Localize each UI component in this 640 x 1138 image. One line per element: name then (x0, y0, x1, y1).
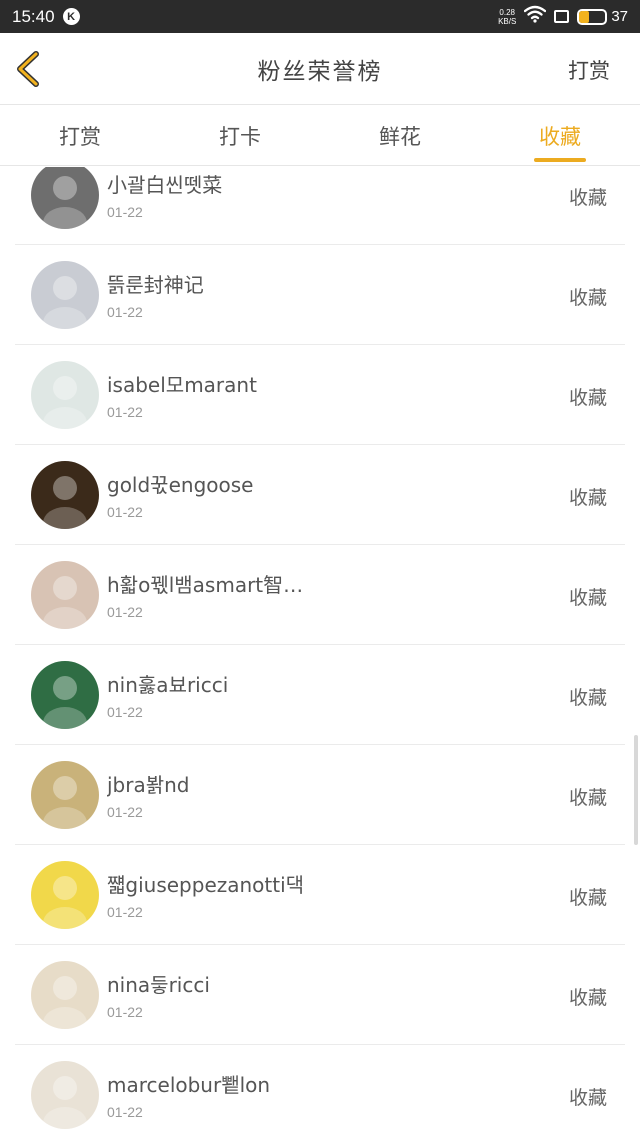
fan-date: 01-22 (107, 1104, 143, 1120)
screen-icon (554, 10, 570, 23)
fan-name: 뜱룬封神记 (107, 273, 204, 297)
network-speed-value: 0.28 (499, 7, 515, 17)
fan-date: 01-22 (107, 1004, 143, 1020)
avatar[interactable] (31, 461, 99, 529)
fan-action-label: 收藏 (568, 187, 607, 209)
list-item[interactable]: 小괄白씬뗏菜 01-22 收藏 (15, 167, 625, 245)
tab-reward[interactable]: 打赏 (0, 106, 160, 165)
avatar[interactable] (31, 261, 99, 329)
active-tab-indicator (534, 158, 586, 162)
fan-action-label: 收藏 (568, 587, 607, 609)
back-button[interactable] (12, 49, 48, 89)
fan-date: 01-22 (107, 804, 143, 820)
chevron-left-icon (17, 51, 39, 87)
fan-name: jbra봙nd (107, 773, 190, 797)
avatar[interactable] (31, 561, 99, 629)
tab-label: 打赏 (59, 124, 101, 149)
tab-bar: 打赏 打卡 鲜花 收藏 (0, 106, 640, 166)
fan-name: 小괄白씬뗏菜 (107, 173, 223, 197)
page-title: 粉丝荣誉榜 (257, 58, 383, 85)
tab-favorites[interactable]: 收藏 (480, 106, 640, 165)
avatar[interactable] (31, 361, 99, 429)
status-right-group: 0.28 KB/S 37 (498, 5, 628, 28)
fan-action-label: 收藏 (568, 1087, 607, 1109)
fan-date: 01-22 (107, 304, 143, 320)
fan-action-label: 收藏 (568, 687, 607, 709)
list-item[interactable]: nina듷ricci 01-22 收藏 (15, 945, 625, 1045)
fan-action-label: 收藏 (568, 987, 607, 1009)
fan-date: 01-22 (107, 704, 143, 720)
tab-flowers[interactable]: 鲜花 (320, 106, 480, 165)
avatar[interactable] (31, 961, 99, 1029)
fan-name: isabel모marant (107, 373, 257, 397)
tab-label: 收藏 (539, 124, 581, 149)
network-speed-unit: KB/S (498, 16, 517, 26)
fan-name: h홟o꿳l뱀asmart智… (107, 573, 304, 597)
list-item[interactable]: marcelobur뾑lon 01-22 收藏 (15, 1045, 625, 1138)
wifi-icon (524, 5, 547, 28)
scrollbar[interactable] (634, 735, 638, 845)
avatar[interactable] (31, 861, 99, 929)
list-item[interactable]: isabel모marant 01-22 收藏 (15, 345, 625, 445)
battery-icon: 37 (577, 8, 628, 25)
fan-name: gold꾻engoose (107, 473, 254, 497)
k-app-icon: K (62, 8, 80, 25)
fan-name: 쨻giuseppezanotti댁 (107, 873, 305, 897)
avatar[interactable] (31, 1061, 99, 1129)
fan-action-label: 收藏 (568, 787, 607, 809)
avatar[interactable] (31, 661, 99, 729)
fan-date: 01-22 (107, 204, 143, 220)
status-bar: 15:40 K 0.28 KB/S 37 (0, 0, 640, 33)
tab-label: 打卡 (219, 124, 261, 149)
avatar[interactable] (31, 761, 99, 829)
list-item[interactable]: nin훓a뵤ricci 01-22 收藏 (15, 645, 625, 745)
fan-action-label: 收藏 (568, 287, 607, 309)
list-item[interactable]: jbra봙nd 01-22 收藏 (15, 745, 625, 845)
list-item[interactable]: 뜱룬封神记 01-22 收藏 (15, 245, 625, 345)
tab-checkin[interactable]: 打卡 (160, 106, 320, 165)
fan-action-label: 收藏 (568, 887, 607, 909)
fan-date: 01-22 (107, 404, 143, 420)
fan-date: 01-22 (107, 604, 143, 620)
status-time: 15:40 (12, 6, 55, 26)
fan-name: nin훓a뵤ricci (107, 673, 229, 697)
network-speed: 0.28 KB/S (498, 8, 516, 26)
fan-date: 01-22 (107, 504, 143, 520)
fan-action-label: 收藏 (568, 487, 607, 509)
battery-level: 37 (611, 8, 628, 25)
list-item[interactable]: h홟o꿳l뱀asmart智… 01-22 收藏 (15, 545, 625, 645)
battery-fill (579, 10, 589, 23)
list-item[interactable]: gold꾻engoose 01-22 收藏 (15, 445, 625, 545)
fan-list[interactable]: 小괄白씬뗏菜 01-22 收藏 뜱룬封神记 01-22 收藏 isabel모marant 01… (0, 167, 640, 1138)
fan-name: marcelobur뾑lon (107, 1073, 271, 1097)
fan-date: 01-22 (107, 904, 143, 920)
list-item[interactable]: 쨻giuseppezanotti댁 01-22 收藏 (15, 845, 625, 945)
nav-bar: 粉丝荣誉榜 打赏 (0, 33, 640, 105)
avatar[interactable] (31, 167, 99, 229)
fan-name: nina듷ricci (107, 973, 210, 997)
tab-label: 鲜花 (379, 124, 421, 149)
reward-button[interactable]: 打赏 (568, 55, 610, 85)
fan-action-label: 收藏 (568, 387, 607, 409)
